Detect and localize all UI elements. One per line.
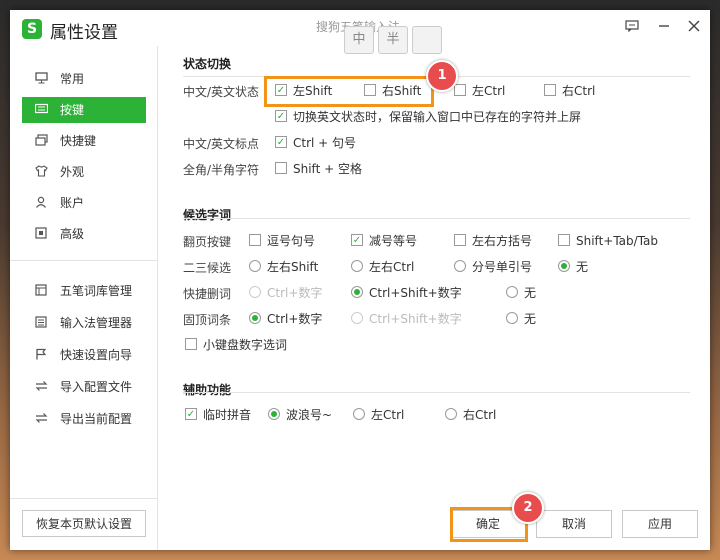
restore-defaults-button[interactable]: 恢复本页默认设置: [22, 510, 146, 537]
second-third-label: 二三候选: [183, 261, 232, 275]
title-bar: S 属性设置 搜狗五笔输入法 中 半: [10, 10, 710, 54]
sidebar-item-advanced[interactable]: 高级: [22, 221, 146, 247]
aux-section-divider: [183, 392, 690, 393]
keyboard-icon: [34, 103, 48, 117]
flag-icon: [34, 348, 48, 362]
sidebar-item-import-config[interactable]: 导入配置文件: [22, 374, 146, 400]
sidebar-item-label: 账户: [60, 196, 85, 210]
sidebar-item-keys[interactable]: 按键: [22, 97, 146, 123]
punct-label: 中文/英文标点: [183, 137, 260, 151]
sidebar-item-label: 高级: [60, 227, 85, 241]
sidebar-footer-divider: [10, 498, 157, 499]
sidebar-item-setup-wizard[interactable]: 快速设置向导: [22, 342, 146, 368]
annotation-badge-2: 2: [512, 492, 544, 524]
annotation-badge-1: 1: [426, 60, 458, 92]
cancel-button[interactable]: 取消: [536, 510, 612, 538]
import-icon: [34, 380, 48, 394]
settings-window: S 属性设置 搜狗五笔输入法 中 半 常用 按键 快捷键 外观: [10, 10, 710, 550]
sidebar-item-shortcuts[interactable]: 快捷键: [22, 128, 146, 154]
status-section-title: 状态切换: [183, 57, 232, 71]
page-keys-label: 翻页按键: [183, 235, 232, 249]
dictionary-icon: [34, 284, 48, 298]
advanced-icon: [34, 227, 48, 241]
minimize-icon[interactable]: [654, 18, 674, 38]
quick-delete-label: 快捷删词: [183, 287, 232, 301]
sidebar-item-common[interactable]: 常用: [22, 66, 146, 92]
width-label: 全角/半角字符: [183, 163, 260, 177]
sidebar: 常用 按键 快捷键 外观 账户 高级 五笔词库管理 输入法管理器 快速设置向导 …: [10, 46, 158, 550]
candidate-section-divider: [183, 218, 690, 219]
sidebar-item-appearance[interactable]: 外观: [22, 159, 146, 185]
sidebar-item-label: 常用: [60, 72, 85, 86]
sidebar-item-label: 导入配置文件: [60, 380, 133, 394]
monitor-icon: [34, 72, 48, 86]
sidebar-item-label: 按键: [60, 103, 85, 117]
shirt-icon: [34, 165, 48, 179]
sidebar-item-label: 快捷键: [60, 134, 97, 148]
manager-icon: [34, 316, 48, 330]
annotation-highlight-1: [264, 76, 434, 107]
sidebar-item-label: 导出当前配置: [60, 412, 133, 426]
candidate-section-title: 候选字词: [183, 208, 232, 222]
user-icon: [34, 196, 48, 210]
cn-en-status-label: 中文/英文状态: [183, 85, 260, 99]
export-icon: [34, 412, 48, 426]
sidebar-item-ime-manager[interactable]: 输入法管理器: [22, 310, 146, 336]
sidebar-item-label: 快速设置向导: [60, 348, 133, 362]
sidebar-item-account[interactable]: 账户: [22, 190, 146, 216]
sidebar-item-export-config[interactable]: 导出当前配置: [22, 406, 146, 432]
sogou-logo-icon: S: [22, 19, 42, 39]
sidebar-item-label: 五笔词库管理: [60, 284, 133, 298]
ime-chinese-chip[interactable]: 中: [344, 26, 374, 54]
close-icon[interactable]: [684, 18, 704, 38]
ime-halfwidth-chip[interactable]: 半: [378, 26, 408, 54]
sidebar-divider: [10, 260, 157, 261]
window-title: 属性设置: [50, 23, 118, 43]
shortcut-icon: [34, 134, 48, 148]
pin-entry-label: 固顶词条: [183, 313, 232, 327]
sidebar-item-label: 外观: [60, 165, 85, 179]
ime-blank-chip[interactable]: [412, 26, 442, 54]
aux-section-title: 辅助功能: [183, 383, 232, 397]
apply-button[interactable]: 应用: [622, 510, 698, 538]
sidebar-item-wubi-dictionary[interactable]: 五笔词库管理: [22, 278, 146, 304]
feedback-icon[interactable]: [622, 18, 642, 38]
sidebar-item-label: 输入法管理器: [60, 316, 133, 330]
